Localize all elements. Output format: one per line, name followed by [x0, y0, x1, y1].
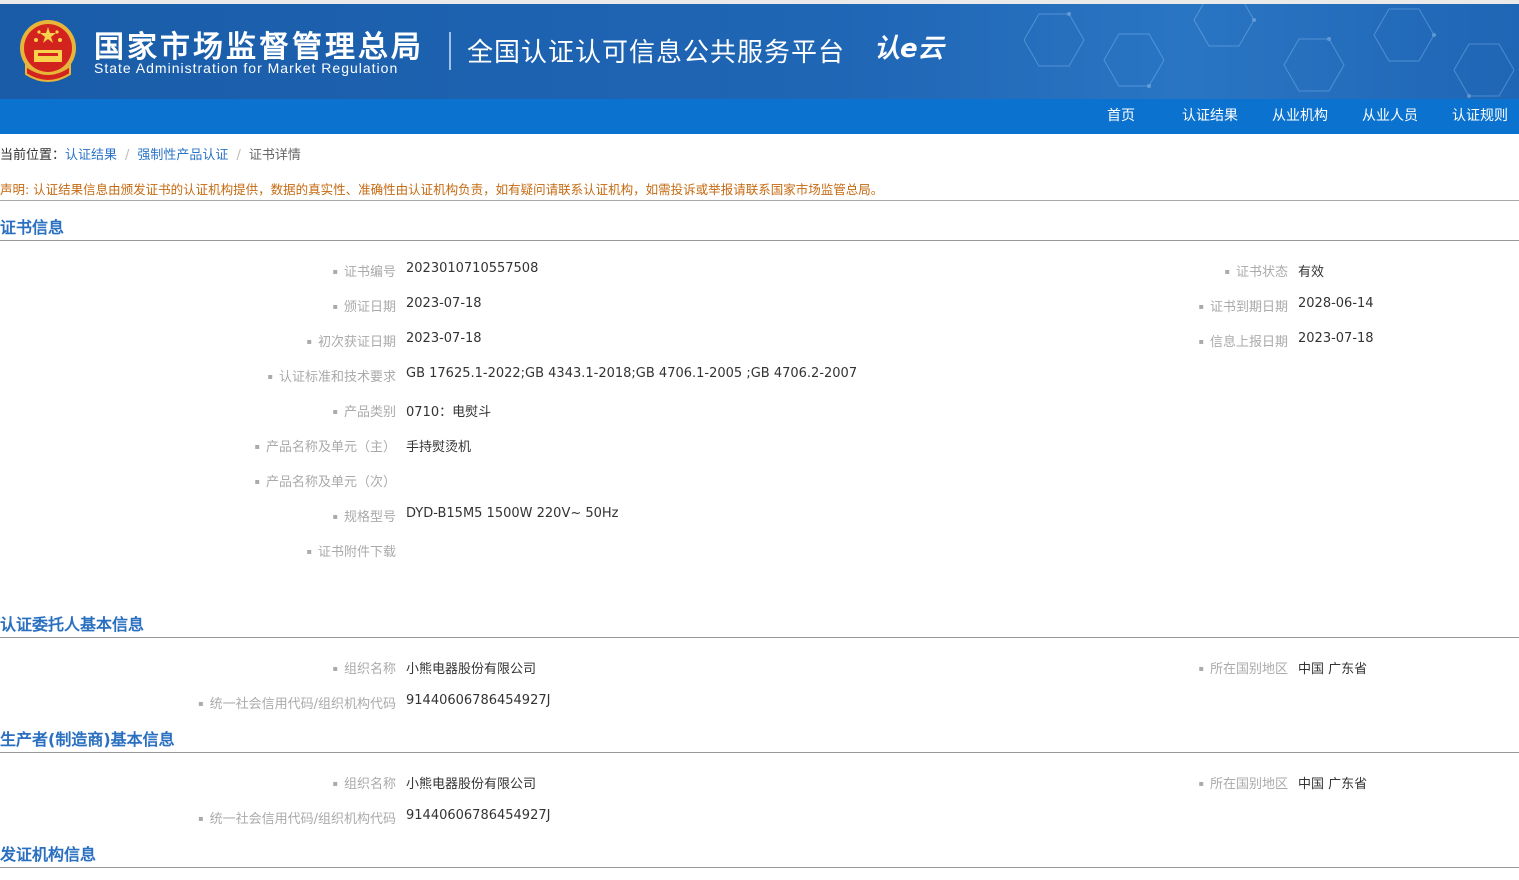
field-label: 认证标准和技术要求 [268, 366, 396, 385]
field-label: 统一社会信用代码/组织机构代码 [198, 693, 396, 712]
section-divider [0, 867, 1519, 868]
report-date-value: 2023-07-18 [1298, 331, 1374, 346]
breadcrumb-separator: / [236, 148, 241, 163]
field-label: 证书状态 [1225, 261, 1288, 280]
field-label: 组织名称 [333, 773, 396, 792]
divider [0, 200, 1519, 201]
field-label: 产品名称及单元（次） [255, 471, 396, 490]
main-nav: 首页 认证结果 从业机构 从业人员 认证规则 [0, 99, 1519, 134]
nav-cert-results[interactable]: 认证结果 [1182, 99, 1238, 134]
maker-org-name-value: 小熊电器股份有限公司 [406, 777, 537, 792]
field-label: 所在国别地区 [1199, 773, 1288, 792]
model-spec-value: DYD-B15M5 1500W 220V~ 50Hz [406, 506, 619, 521]
section-title-client: 认证委托人基本信息 [0, 615, 145, 634]
breadcrumb-current: 证书详情 [248, 148, 301, 163]
standards-value: GB 17625.1-2022;GB 4343.1-2018;GB 4706.1… [406, 366, 858, 381]
section-divider [0, 240, 1519, 241]
client-org-name-value: 小熊电器股份有限公司 [406, 662, 537, 677]
hex-pattern-decoration [1023, 4, 1515, 98]
header-divider [449, 32, 451, 70]
field-label: 产品名称及单元（主） [255, 436, 396, 455]
section-title-maker: 生产者(制造商)基本信息 [0, 730, 175, 749]
breadcrumb-ccc[interactable]: 强制性产品认证 [137, 148, 228, 163]
field-label: 组织名称 [333, 658, 396, 677]
national-emblem-icon [20, 20, 76, 82]
field-label: 所在国别地区 [1199, 658, 1288, 677]
issue-date-value: 2023-07-18 [406, 296, 482, 311]
field-label: 产品类别 [333, 401, 396, 420]
maker-region-value: 中国 广东省 [1298, 777, 1368, 792]
nav-personnel[interactable]: 从业人员 [1362, 99, 1418, 134]
org-name-en: State Administration for Market Regulati… [94, 60, 399, 76]
client-region-value: 中国 广东省 [1298, 662, 1368, 677]
section-divider [0, 637, 1519, 638]
cert-number-value: 2023010710557508 [406, 261, 539, 276]
first-issue-date-value: 2023-07-18 [406, 331, 482, 346]
site-header: 国家市场监督管理总局 State Administration for Mark… [0, 4, 1519, 99]
field-label: 规格型号 [333, 506, 396, 525]
client-credit-code-value: 91440606786454927J [406, 693, 551, 708]
product-category-value: 0710：电熨斗 [406, 405, 492, 420]
field-label: 颁证日期 [333, 296, 396, 315]
section-divider [0, 752, 1519, 753]
product-name-main-value: 手持熨烫机 [406, 440, 472, 455]
field-label: 统一社会信用代码/组织机构代码 [198, 808, 396, 827]
field-label: 信息上报日期 [1199, 331, 1288, 350]
maker-credit-code-value: 91440606786454927J [406, 808, 551, 823]
field-label: 证书附件下载 [307, 541, 396, 560]
disclaimer-notice: 声明: 认证结果信息由颁发证书的认证机构提供，数据的真实性、准确性由认证机构负责… [0, 182, 884, 197]
field-label: 证书到期日期 [1199, 296, 1288, 315]
platform-title: 全国认证认可信息公共服务平台 [467, 38, 846, 68]
breadcrumb-cert-results[interactable]: 认证结果 [65, 148, 117, 163]
nav-home[interactable]: 首页 [1107, 99, 1135, 134]
breadcrumb-prefix: 当前位置： [0, 148, 66, 163]
field-label: 证书编号 [333, 261, 396, 280]
section-title-cert: 证书信息 [0, 218, 65, 237]
field-label: 初次获证日期 [307, 331, 396, 350]
renzheng-cloud-logo: 认e云 [874, 34, 944, 64]
breadcrumb-separator: / [125, 148, 130, 163]
nav-cert-rules[interactable]: 认证规则 [1452, 99, 1508, 134]
expiry-date-value: 2028-06-14 [1298, 296, 1374, 311]
breadcrumb: 当前位置：认证结果 / 强制性产品认证 / 证书详情 [0, 144, 301, 163]
cert-status-value: 有效 [1298, 265, 1325, 280]
nav-institutions[interactable]: 从业机构 [1272, 99, 1328, 134]
section-title-issuer: 发证机构信息 [0, 845, 97, 864]
